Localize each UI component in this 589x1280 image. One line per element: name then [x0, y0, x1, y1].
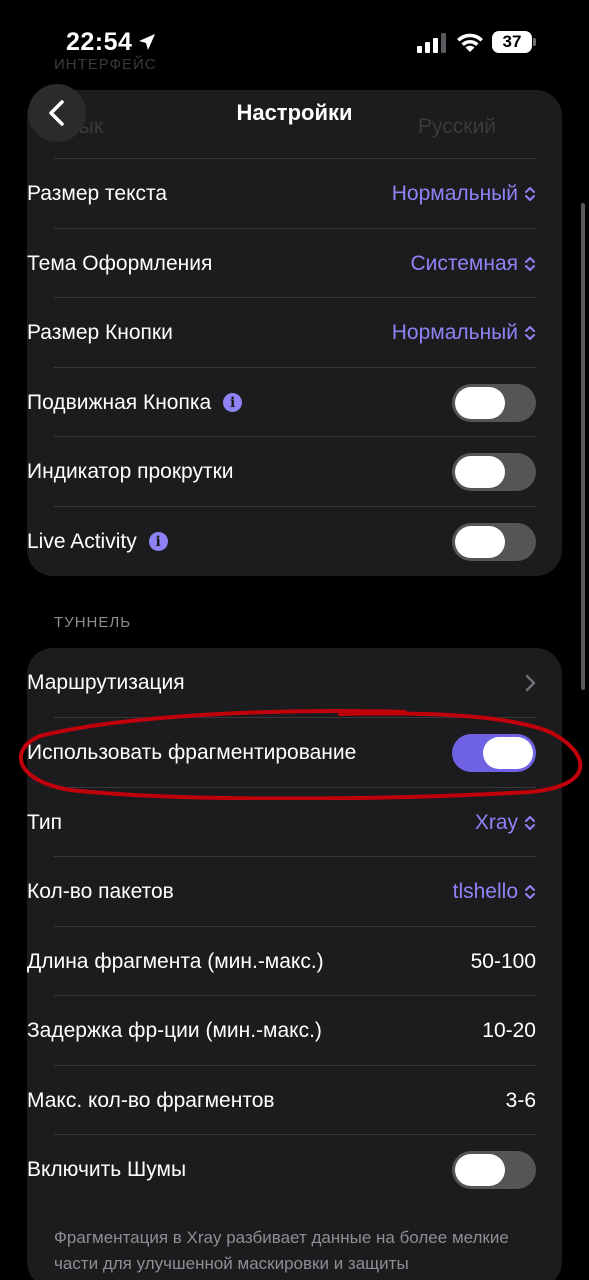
fragmentation-label: Использовать фрагментирование — [27, 740, 357, 764]
text-size-value: Нормальный — [391, 181, 518, 205]
live-activity-label: Live Activity — [27, 529, 137, 553]
footer-description: Фрагментация в Xray разбивает данные на … — [54, 1228, 509, 1273]
noise-toggle[interactable] — [452, 1150, 536, 1189]
button-size-label: Размер Кнопки — [27, 320, 173, 344]
wifi-icon — [457, 33, 483, 52]
max-fragments-value[interactable]: 3-6 — [506, 1089, 536, 1113]
live-activity-toggle[interactable] — [452, 522, 536, 561]
button-size-picker[interactable]: Нормальный — [392, 321, 536, 345]
packets-row[interactable]: Кол-во пакетов tlshello — [27, 857, 536, 926]
theme-row[interactable]: Тема Оформления Системная — [27, 229, 536, 298]
text-size-picker[interactable]: Нормальный — [392, 182, 536, 206]
text-size-label: Размер текста — [27, 181, 168, 205]
type-picker[interactable]: Xray — [475, 811, 536, 835]
type-label: Тип — [27, 810, 63, 834]
fragment-length-label: Длина фрагмента (мин.-макс.) — [27, 949, 324, 973]
chevron-up-down-icon — [525, 815, 535, 830]
text-size-row[interactable]: Размер текста Нормальный — [27, 159, 536, 228]
fragment-delay-row[interactable]: Задержка фр-ции (мин.-макс.) 10-20 — [27, 996, 536, 1065]
fragment-length-value[interactable]: 50-100 — [471, 950, 536, 974]
scroll-indicator[interactable] — [581, 203, 585, 690]
max-fragments-label: Макс. кол-во фрагментов — [27, 1088, 275, 1112]
live-activity-row: Live Activity i — [27, 507, 536, 576]
noise-row: Включить Шумы — [27, 1135, 536, 1204]
chevron-up-down-icon — [525, 186, 535, 201]
type-row[interactable]: Тип Xray — [27, 788, 536, 857]
packets-label: Кол-во пакетов — [27, 879, 174, 903]
fragment-length-row[interactable]: Длина фрагмента (мин.-макс.) 50-100 — [27, 927, 536, 996]
packets-picker[interactable]: tlshello — [453, 880, 536, 904]
movable-button-label: Подвижная Кнопка — [27, 390, 212, 414]
location-arrow-icon — [139, 34, 155, 50]
status-time: 22:54 — [66, 28, 133, 56]
noise-label: Включить Шумы — [27, 1157, 187, 1181]
chevron-up-down-icon — [525, 256, 535, 271]
chevron-up-down-icon — [525, 884, 535, 899]
fragment-delay-label: Задержка фр-ции (мин.-макс.) — [27, 1018, 322, 1042]
max-fragments-row[interactable]: Макс. кол-во фрагментов 3-6 — [27, 1066, 536, 1135]
theme-value: Системная — [410, 251, 518, 275]
theme-picker[interactable]: Системная — [410, 252, 536, 276]
signal-icon — [417, 33, 446, 53]
button-size-value: Нормальный — [391, 320, 518, 344]
status-bar: 22:54 37 — [0, 0, 589, 88]
fragmentation-toggle[interactable] — [452, 733, 536, 772]
scroll-indicator-toggle[interactable] — [452, 452, 536, 491]
scroll-indicator-row: Индикатор прокрутки — [27, 437, 536, 506]
battery-icon: 37 — [492, 31, 536, 53]
routing-row[interactable]: Маршрутизация — [27, 648, 536, 717]
theme-label: Тема Оформления — [27, 251, 213, 275]
info-icon[interactable]: i — [223, 393, 243, 412]
tunnel-section-header: ТУННЕЛЬ — [54, 614, 132, 631]
packets-value: tlshello — [452, 879, 518, 903]
info-icon[interactable]: i — [148, 532, 168, 551]
page-title: Настройки — [236, 100, 353, 125]
button-size-row[interactable]: Размер Кнопки Нормальный — [27, 298, 536, 367]
movable-button-toggle[interactable] — [452, 383, 536, 422]
chevron-right-icon — [525, 674, 536, 691]
type-value: Xray — [474, 810, 518, 834]
movable-button-row: Подвижная Кнопка i — [27, 368, 536, 437]
chevron-up-down-icon — [525, 325, 535, 340]
fragment-delay-value[interactable]: 10-20 — [482, 1019, 536, 1043]
fragmentation-row: Использовать фрагментирование — [27, 718, 536, 787]
battery-level: 37 — [492, 31, 532, 53]
scroll-indicator-label: Индикатор прокрутки — [27, 459, 234, 483]
routing-label: Маршрутизация — [27, 670, 185, 694]
